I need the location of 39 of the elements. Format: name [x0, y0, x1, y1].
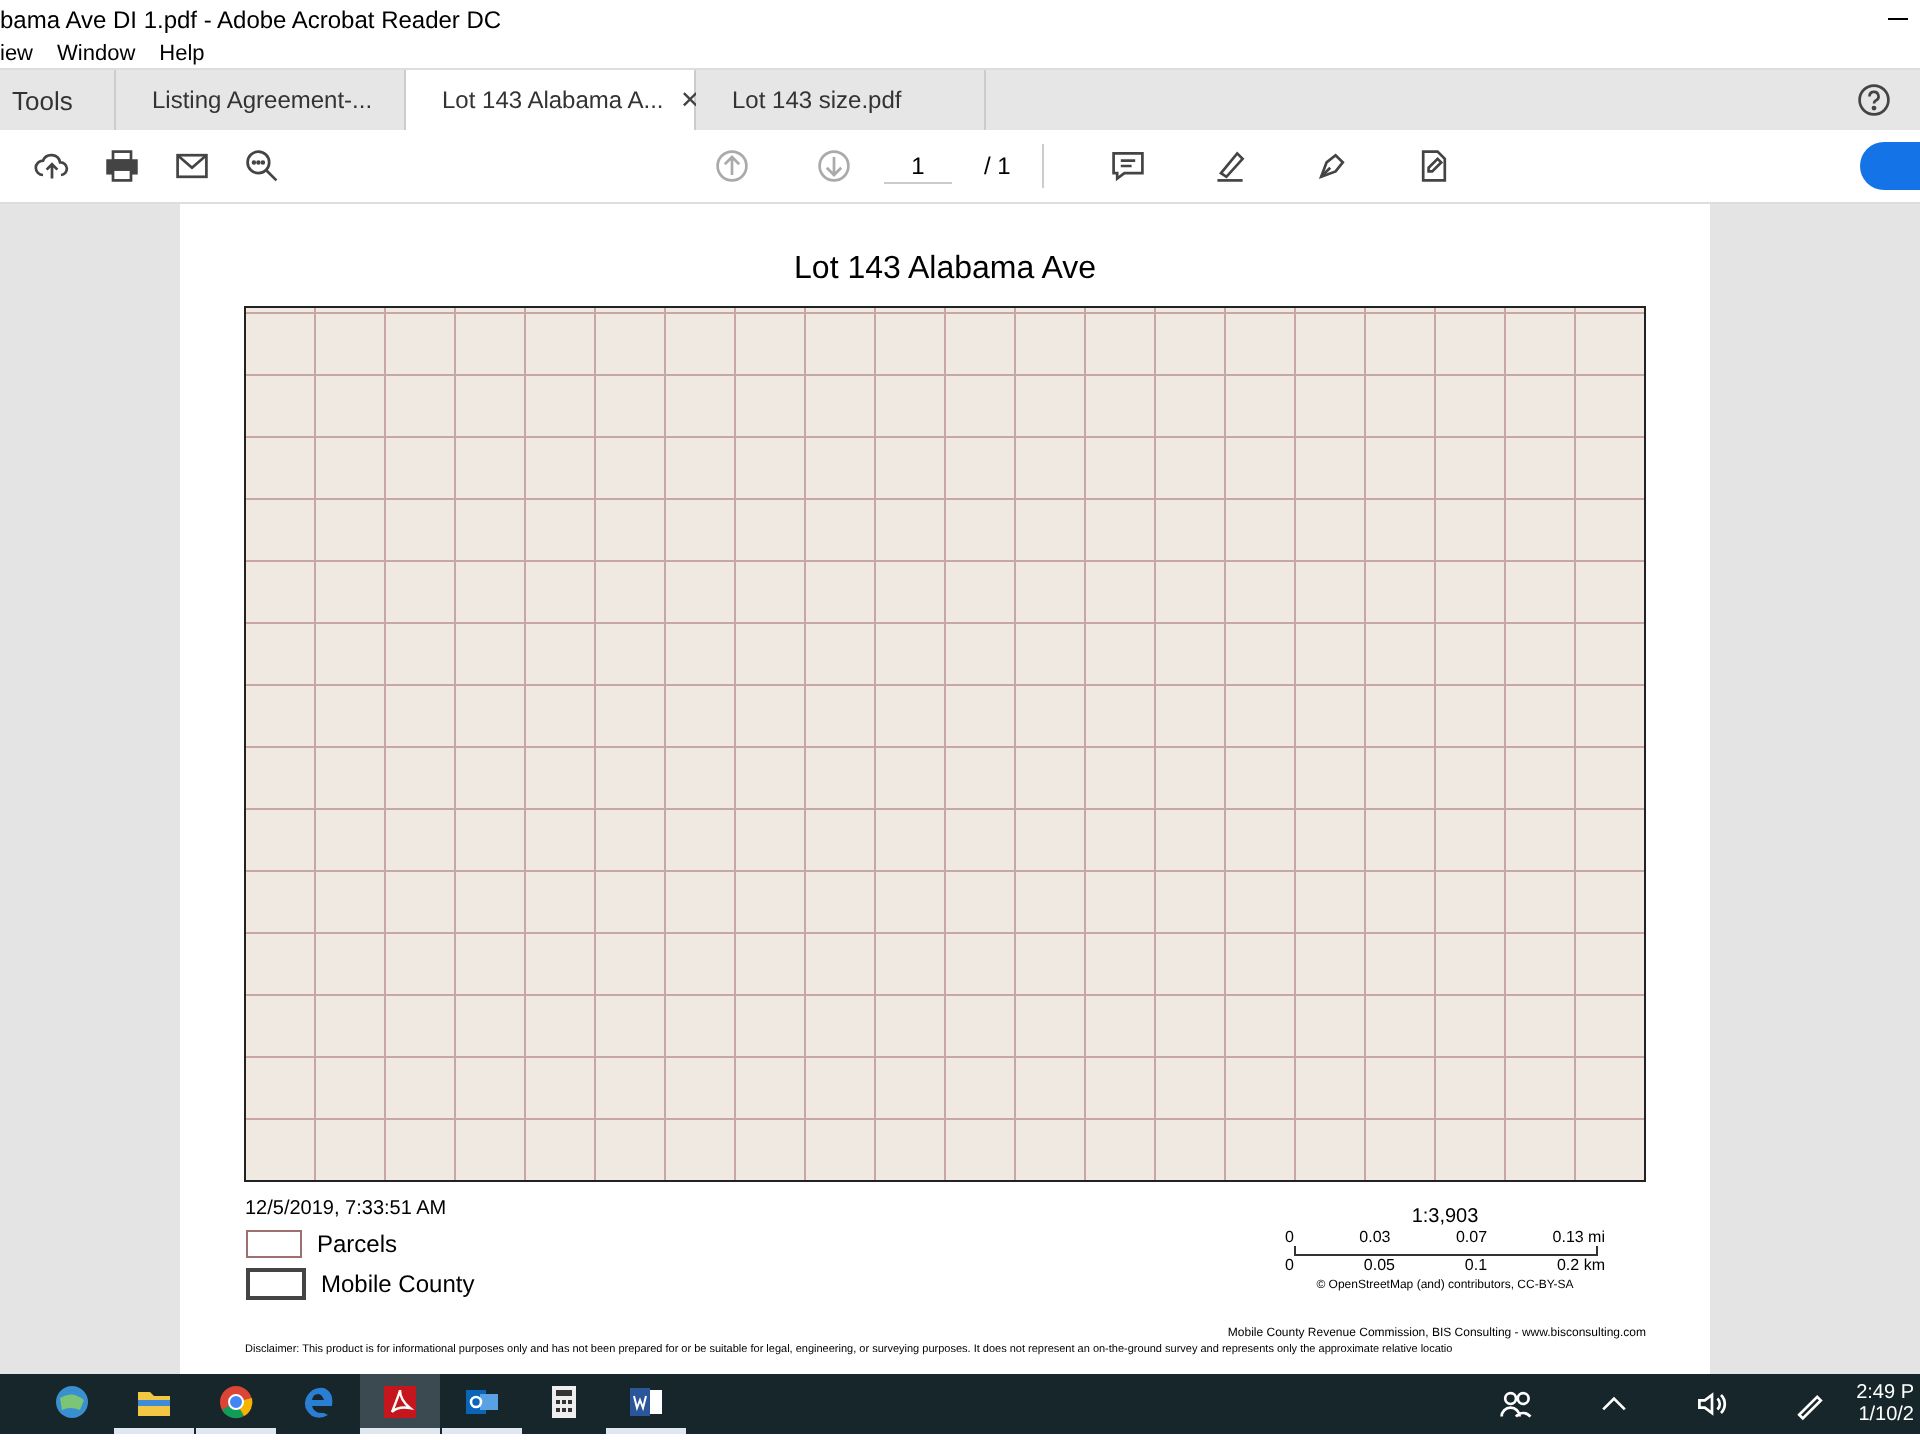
scale-label: 0	[1285, 1256, 1294, 1274]
scale-ratio: 1:3,903	[1411, 1206, 1479, 1228]
menu-item[interactable]: Window	[57, 42, 136, 66]
highlighter-icon[interactable]	[1212, 148, 1249, 184]
page-total: / 1	[984, 152, 1011, 180]
mail-icon[interactable]	[174, 148, 210, 184]
comment-icon[interactable]	[1110, 148, 1147, 184]
search-icon[interactable]	[244, 148, 280, 184]
scale-label: 0.1	[1464, 1256, 1488, 1274]
document-tab[interactable]: Lot 143 size.pdf	[696, 70, 986, 130]
cloud-upload-icon[interactable]	[34, 148, 70, 184]
scale-label: 0.2 km	[1556, 1256, 1605, 1274]
help-icon[interactable]	[1856, 82, 1892, 118]
window-title: bama Ave DI 1.pdf - Adobe Acrobat Reader DC	[0, 6, 502, 34]
menu-item[interactable]: Help	[159, 42, 205, 66]
clock-date[interactable]: 1/10/2	[1858, 1404, 1914, 1426]
legend-swatch	[245, 1268, 305, 1300]
scale-label: 0.03	[1359, 1228, 1391, 1246]
legend-label: Parcels	[317, 1230, 398, 1258]
scale-label: 0.07	[1455, 1228, 1488, 1246]
minimize-icon[interactable]	[1888, 18, 1908, 22]
pdf-icon	[380, 1381, 420, 1421]
document-tab[interactable]: Lot 143 Alabama A... ✕	[406, 70, 696, 130]
browser-icon	[216, 1381, 256, 1421]
legend-swatch	[245, 1230, 301, 1258]
scale-label: 0.13 mi	[1552, 1228, 1605, 1246]
timestamp: 12/5/2019, 7:33:51 AM	[245, 1198, 449, 1220]
people-icon[interactable]	[1498, 1386, 1535, 1422]
close-tab-button[interactable]: ✕	[679, 86, 700, 114]
clock-time[interactable]: 2:49 P	[1856, 1382, 1914, 1404]
taskbar-button[interactable]	[360, 1374, 440, 1434]
globe-icon	[52, 1381, 92, 1421]
scale-label: 0.05	[1363, 1256, 1395, 1274]
legend-label: Mobile County	[321, 1270, 475, 1298]
scale-label: 0	[1285, 1228, 1294, 1246]
document-title: Lot 143 Alabama Ave	[794, 252, 1096, 288]
share-button[interactable]	[1860, 142, 1920, 190]
print-icon[interactable]	[104, 148, 140, 184]
menu-item[interactable]: iew	[0, 42, 34, 66]
